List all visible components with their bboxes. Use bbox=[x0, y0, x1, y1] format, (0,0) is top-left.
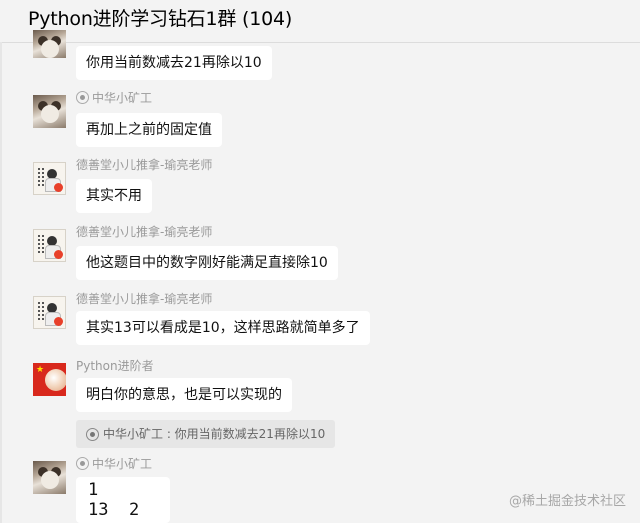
quote-text: 中华小矿工 : 你用当前数减去21再除以10 bbox=[103, 427, 326, 441]
avatar[interactable] bbox=[33, 296, 66, 329]
watermark: @稀土掘金技术社区 bbox=[508, 494, 626, 509]
chat-title: Python进阶学习钻石1群 (104) bbox=[28, 8, 293, 30]
message-bubble[interactable]: 明白你的意思，也是可以实现的 bbox=[76, 378, 292, 412]
avatar-text-decoration bbox=[38, 168, 40, 188]
quoted-message[interactable]: 中华小矿工 : 你用当前数减去21再除以10 bbox=[76, 420, 336, 448]
avatar[interactable] bbox=[33, 461, 66, 494]
miner-icon bbox=[86, 427, 99, 441]
code-line: 1 bbox=[88, 480, 99, 500]
sender-name: 德善堂小儿推拿-瑜亮老师 bbox=[76, 225, 213, 239]
cat-face bbox=[41, 40, 59, 58]
miner-icon bbox=[76, 457, 89, 470]
avatar-badge bbox=[54, 183, 63, 192]
avatar-text-decoration bbox=[38, 302, 40, 322]
message-bubble[interactable]: 再加上之前的固定值 bbox=[76, 113, 222, 147]
avatar-badge bbox=[54, 317, 63, 326]
avatar[interactable] bbox=[33, 30, 66, 58]
sender-name: 中华小矿工 bbox=[76, 455, 152, 472]
sender-name: 德善堂小儿推拿-瑜亮老师 bbox=[76, 292, 213, 306]
message-bubble[interactable]: 其实不用 bbox=[76, 179, 152, 213]
avatar[interactable] bbox=[33, 162, 66, 195]
message-bubble[interactable]: 其实13可以看成是10，这样思路就简单多了 bbox=[76, 311, 370, 345]
chat-header: Python进阶学习钻石1群 (104) bbox=[0, 0, 640, 43]
message-bubble[interactable]: 他这题目中的数字刚好能满足直接除10 bbox=[76, 246, 338, 280]
avatar[interactable]: ★ bbox=[33, 363, 66, 396]
avatar-text-decoration bbox=[38, 235, 40, 255]
sender-name: 中华小矿工 bbox=[76, 89, 152, 106]
code-message-bubble[interactable]: 1 13 2 bbox=[76, 477, 170, 523]
avatar-face bbox=[45, 369, 66, 391]
avatar[interactable] bbox=[33, 229, 66, 262]
avatar[interactable] bbox=[33, 95, 66, 128]
avatar-badge bbox=[54, 250, 63, 259]
cat-face bbox=[41, 105, 59, 123]
avatar-text-decoration bbox=[42, 235, 44, 255]
sender-label: 中华小矿工 bbox=[92, 91, 153, 105]
sender-name: 德善堂小儿推拿-瑜亮老师 bbox=[76, 158, 213, 172]
code-line: 13 2 bbox=[88, 500, 140, 520]
message-bubble[interactable]: 你用当前数减去21再除以10 bbox=[76, 46, 272, 80]
cat-face bbox=[41, 471, 59, 489]
avatar-text-decoration bbox=[42, 168, 44, 188]
sender-label: 中华小矿工 bbox=[92, 457, 153, 471]
divider bbox=[0, 42, 2, 523]
star-icon: ★ bbox=[36, 365, 45, 375]
avatar-text-decoration bbox=[42, 302, 44, 322]
miner-icon bbox=[76, 91, 89, 104]
sender-name: Python进阶者 bbox=[76, 359, 154, 373]
